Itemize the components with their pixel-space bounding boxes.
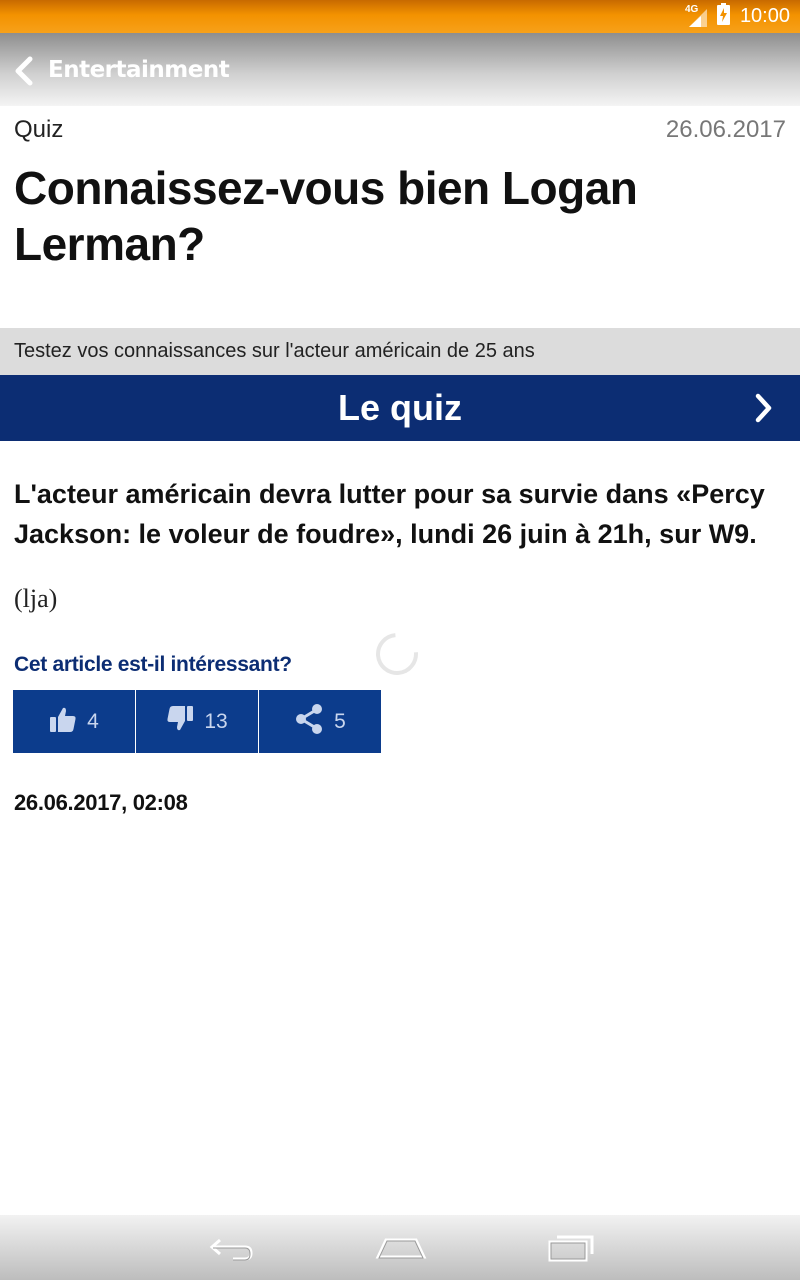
system-nav-bar	[0, 1215, 800, 1280]
nav-back-icon[interactable]	[205, 1227, 255, 1272]
app-bar: Entertainment	[0, 33, 800, 106]
back-button[interactable]: Entertainment	[12, 48, 230, 98]
like-count: 4	[87, 709, 99, 733]
quiz-button[interactable]: Le quiz	[0, 375, 800, 441]
battery-charging-icon	[716, 3, 730, 30]
loading-spinner	[367, 624, 427, 684]
dislike-button[interactable]: 13	[136, 690, 258, 753]
status-time: 10:00	[739, 5, 790, 27]
article-kicker: Quiz	[14, 116, 64, 143]
article-body: L'acteur américain devra lutter pour sa …	[14, 479, 765, 549]
thumbs-down-icon	[166, 705, 194, 738]
feedback-bar: 4 13 5	[13, 690, 382, 753]
status-bar: 4G 10:00	[0, 0, 800, 33]
thumbs-up-icon	[49, 705, 77, 738]
like-button[interactable]: 4	[13, 690, 135, 753]
signal-4g-icon: 4G	[685, 4, 711, 28]
publication-date: 26.06.2017	[665, 116, 786, 143]
share-count: 5	[334, 709, 346, 733]
chevron-left-icon	[12, 56, 34, 91]
nav-recents-icon[interactable]	[546, 1227, 598, 1272]
nav-home-icon[interactable]	[374, 1227, 428, 1272]
author-initials: (lja)	[14, 584, 58, 613]
dislike-count: 13	[204, 709, 228, 733]
status-icons: 4G 10:00	[685, 0, 790, 33]
share-button[interactable]: 5	[259, 690, 381, 753]
chevron-right-icon	[754, 392, 774, 429]
quiz-button-label: Le quiz	[338, 387, 462, 428]
feedback-question: Cet article est-il intéressant?	[14, 653, 292, 676]
app-bar-title: Entertainment	[48, 57, 230, 83]
share-icon	[294, 703, 324, 740]
article-lead-text: Testez vos connaissances sur l'acteur am…	[0, 328, 800, 375]
article-headline: Connaissez-vous bien Logan Lerman?	[14, 162, 638, 270]
article-timestamp: 26.06.2017, 02:08	[14, 790, 188, 815]
